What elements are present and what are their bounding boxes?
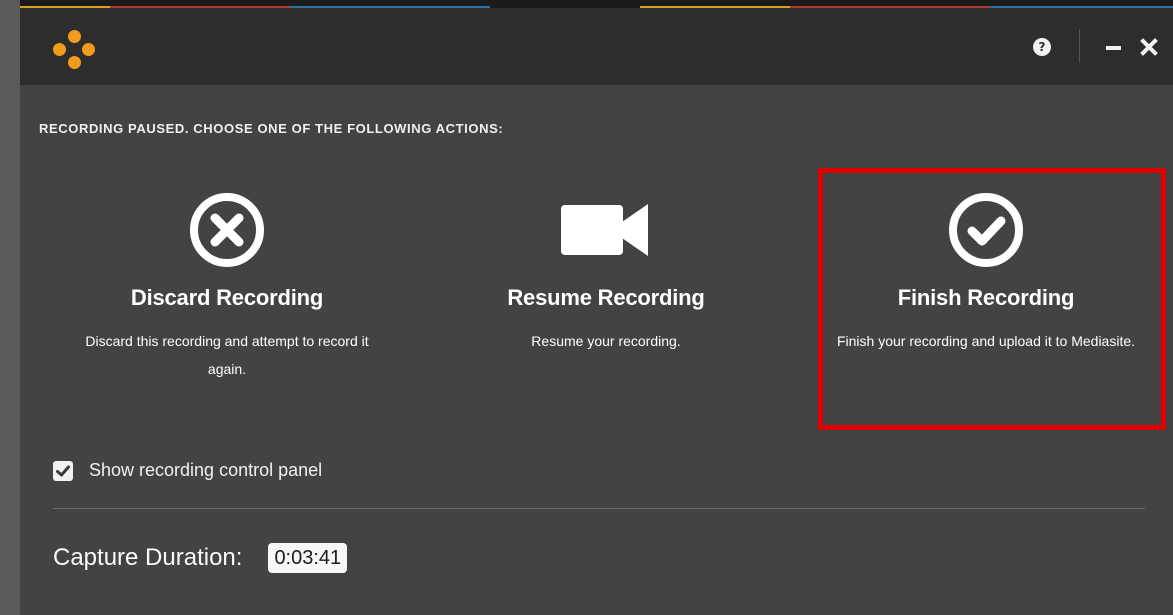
capture-duration-label: Capture Duration:	[53, 544, 243, 571]
close-icon	[1140, 38, 1158, 56]
minimize-button[interactable]	[1103, 37, 1125, 57]
help-button[interactable]: ?	[1033, 38, 1051, 56]
section-divider	[53, 508, 1145, 509]
title-bar: ?	[20, 8, 1173, 85]
top-color-strip	[20, 0, 1173, 8]
instruction-text: RECORDING PAUSED. CHOOSE ONE OF THE FOLL…	[39, 121, 504, 136]
x-circle-icon	[57, 190, 397, 270]
show-control-panel-row: Show recording control panel	[53, 460, 322, 481]
finish-recording-highlight	[818, 168, 1166, 430]
discard-recording-option[interactable]: Discard Recording Discard this recording…	[57, 190, 397, 383]
close-button[interactable]	[1138, 36, 1160, 58]
discard-recording-description: Discard this recording and attempt to re…	[85, 333, 369, 377]
show-control-panel-label[interactable]: Show recording control panel	[89, 460, 322, 481]
title-bar-divider	[1079, 29, 1080, 63]
resume-recording-description: Resume your recording.	[531, 333, 681, 349]
video-camera-icon	[436, 190, 776, 270]
capture-duration-value: 0:03:41	[268, 543, 348, 573]
capture-duration-row: Capture Duration: 0:03:41	[53, 543, 348, 573]
checkmark-icon	[56, 465, 70, 476]
resume-recording-option[interactable]: Resume Recording Resume your recording.	[436, 190, 776, 355]
mediasite-logo-icon	[53, 30, 97, 70]
recorder-window: ? RECORDING PAUSED. CHOOSE ONE OF THE FO…	[20, 0, 1173, 615]
resume-recording-title: Resume Recording	[507, 285, 705, 310]
discard-recording-title: Discard Recording	[130, 285, 324, 310]
show-control-panel-checkbox[interactable]	[53, 460, 73, 481]
